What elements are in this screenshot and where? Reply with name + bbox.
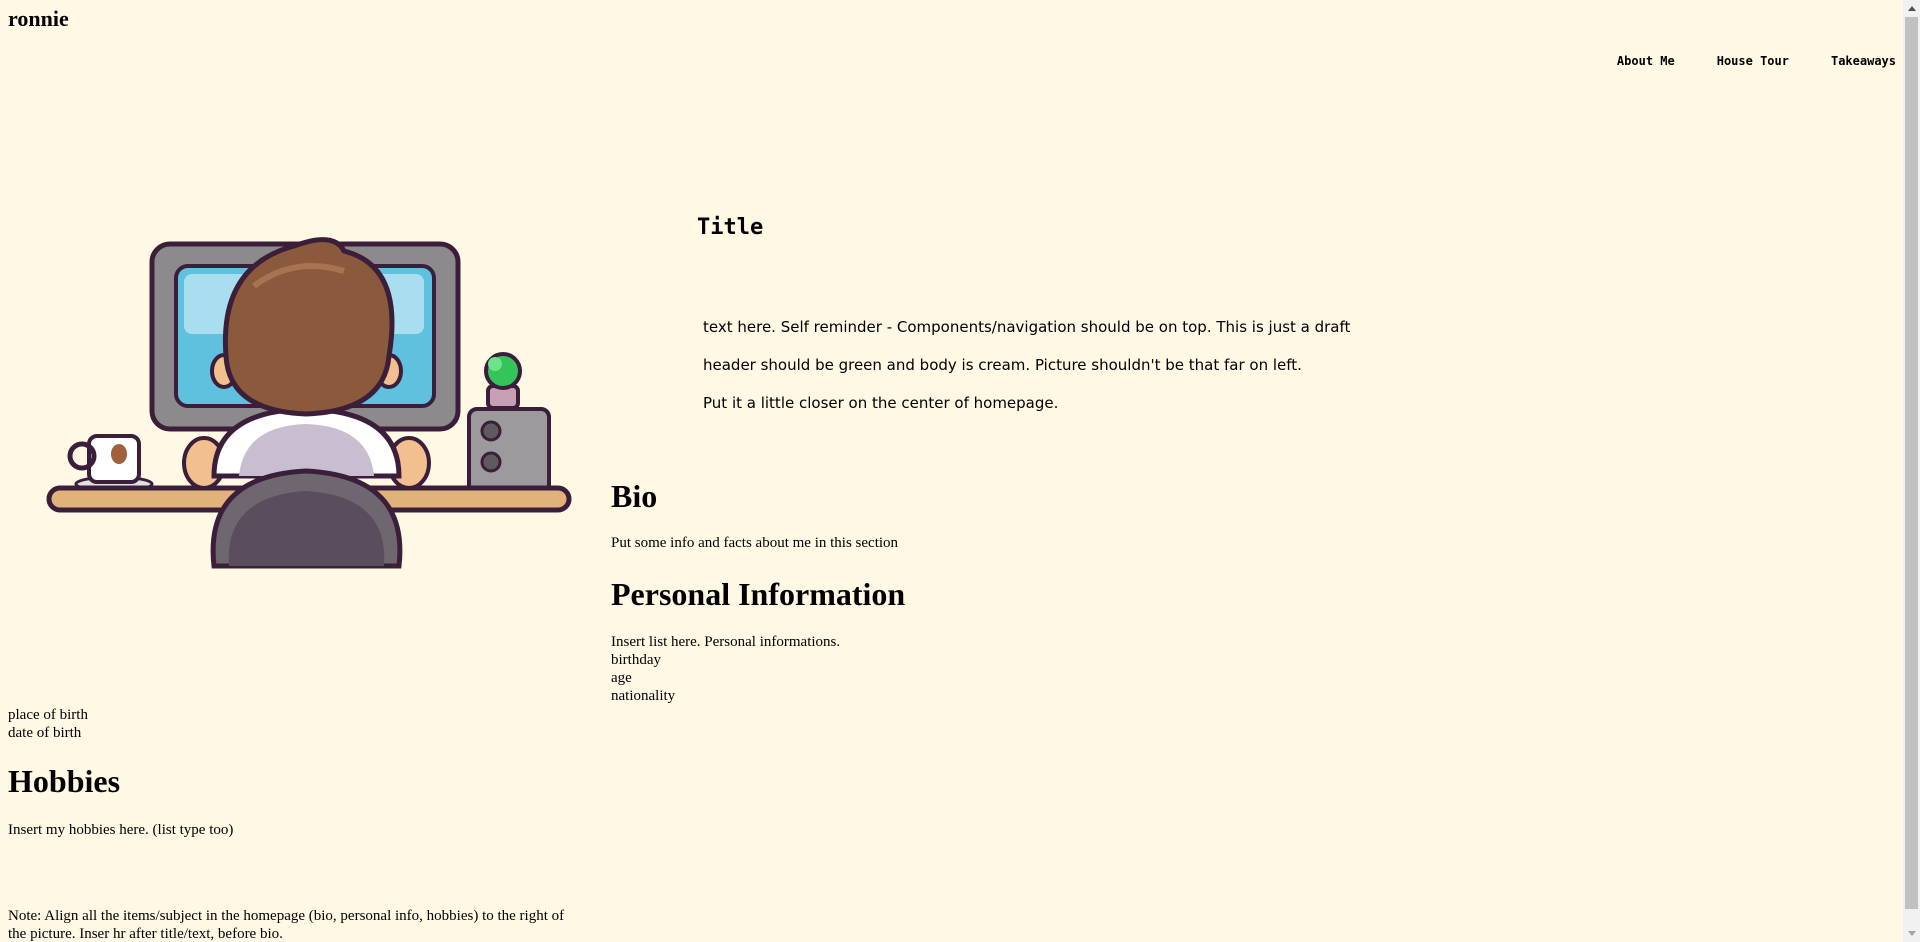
intro-line: text here. Self reminder - Components/na… <box>703 318 1351 336</box>
vertical-scrollbar[interactable] <box>1903 0 1920 942</box>
note-text: Note: Align all the items/subject in the… <box>8 908 565 942</box>
personal-information-list-overflow: place of birth date of birth <box>8 706 88 742</box>
intro-text: text here. Self reminder - Components/na… <box>703 308 1350 422</box>
list-item: Insert list here. Personal informations. <box>611 634 841 650</box>
list-item: birthday <box>611 652 661 668</box>
nav-link-about-me[interactable]: About Me <box>1617 54 1675 68</box>
personal-information-heading: Personal Information <box>611 576 906 612</box>
nav-link-house-tour[interactable]: House Tour <box>1717 54 1789 68</box>
hobbies-text: Insert my hobbies here. (list type too) <box>8 822 234 838</box>
intro-line: Put it a little closer on the center of … <box>703 394 1059 412</box>
scrollbar-thumb[interactable] <box>1905 17 1918 909</box>
scroll-down-icon[interactable] <box>1903 925 1920 942</box>
site-brand: ronnie <box>8 6 69 31</box>
top-navigation: About Me House Tour Takeaways <box>1575 54 1896 68</box>
chair-icon <box>210 468 403 569</box>
nav-link-takeaways[interactable]: Takeaways <box>1831 54 1896 68</box>
list-item: nationality <box>611 688 676 704</box>
bio-heading: Bio <box>611 478 658 514</box>
list-item: age <box>611 670 632 686</box>
coffee-cup-icon <box>67 434 154 493</box>
list-item: place of birth <box>8 707 88 723</box>
hobbies-heading: Hobbies <box>8 763 121 799</box>
scroll-up-icon[interactable] <box>1903 0 1920 17</box>
personal-information-list: Insert list here. Personal informations.… <box>611 633 840 705</box>
person-at-computer-illustration <box>46 237 572 569</box>
intro-line: header should be green and body is cream… <box>703 356 1302 374</box>
bio-text: Put some info and facts about me in this… <box>611 535 899 551</box>
list-item: date of birth <box>8 725 82 741</box>
page-title: Title <box>697 215 764 240</box>
plant-icon <box>484 352 522 410</box>
speaker-icon <box>467 407 551 496</box>
